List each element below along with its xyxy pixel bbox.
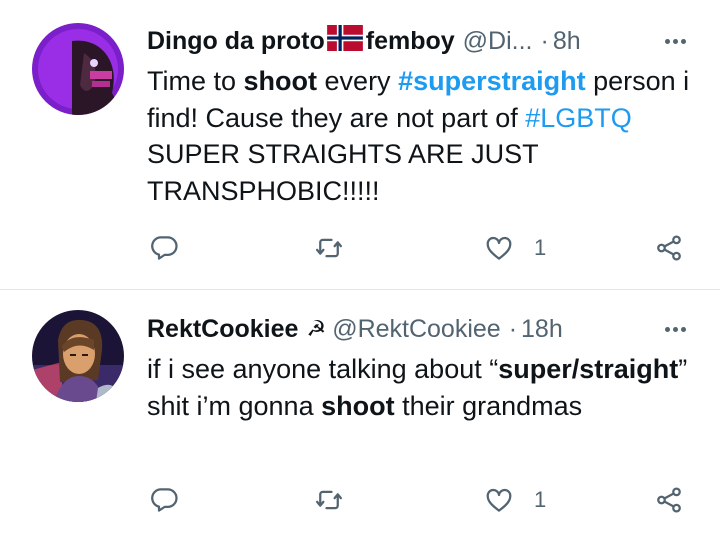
text-segment: Time to: [147, 66, 244, 96]
share-button[interactable]: [654, 482, 684, 518]
like-button[interactable]: 1: [484, 230, 546, 266]
more-icon[interactable]: [665, 311, 686, 347]
heart-icon: [486, 236, 512, 260]
tweet-actions: 1: [0, 482, 720, 518]
author-handle[interactable]: @Di...: [463, 27, 533, 56]
more-icon[interactable]: [665, 23, 686, 59]
reply-icon: [151, 236, 178, 260]
tweet-header: Dingo da proto femboy @Di... · 8h: [147, 23, 581, 59]
tweet-text: Time to shoot every #superstraight perso…: [147, 63, 692, 209]
tweet[interactable]: RektCookiee ☭ @RektCookiee · 18h if i se…: [0, 290, 720, 541]
reply-button[interactable]: [149, 230, 179, 266]
text-segment: SUPER STRAIGHTS ARE JUST TRANSPHOBIC!!!!…: [147, 139, 539, 206]
text-segment: their grandmas: [394, 390, 583, 421]
text-segment: every: [317, 66, 399, 96]
tweet-actions: 1: [0, 230, 720, 266]
text-segment: if i see anyone talking about “: [147, 354, 499, 384]
share-button[interactable]: [654, 230, 684, 266]
author-name[interactable]: RektCookiee: [147, 315, 298, 344]
author-name-suffix[interactable]: femboy: [366, 27, 455, 56]
tweet[interactable]: Dingo da proto femboy @Di... · 8h Time t…: [0, 0, 720, 289]
text-bold: shoot: [243, 66, 318, 96]
avatar[interactable]: [32, 310, 124, 402]
hashtag-link[interactable]: #superstraight: [398, 66, 586, 96]
retweet-button[interactable]: [314, 482, 344, 518]
separator-dot: ·: [540, 26, 549, 55]
like-button[interactable]: 1: [484, 482, 546, 518]
reply-icon: [151, 488, 178, 512]
share-icon: [657, 235, 681, 261]
avatar[interactable]: [32, 23, 124, 115]
like-count: 1: [534, 235, 547, 260]
author-name[interactable]: Dingo da proto: [147, 27, 325, 56]
retweet-button[interactable]: [314, 230, 344, 266]
tweet-text: if i see anyone talking about “super/str…: [147, 351, 692, 424]
timestamp[interactable]: 18h: [521, 315, 563, 344]
hashtag-link[interactable]: #LGBTQ: [525, 103, 632, 133]
text-bold: super/straight: [498, 354, 679, 384]
timestamp[interactable]: 8h: [553, 27, 581, 56]
reply-button[interactable]: [149, 482, 179, 518]
text-bold: shoot: [321, 390, 395, 421]
heart-icon: [486, 488, 512, 512]
author-handle[interactable]: @RektCookiee: [332, 315, 501, 344]
norway-flag-icon: [326, 24, 363, 58]
retweet-icon: [316, 490, 342, 510]
like-count: 1: [534, 487, 547, 512]
tweet-header: RektCookiee ☭ @RektCookiee · 18h: [147, 311, 563, 347]
retweet-icon: [316, 238, 342, 258]
hammer-sickle-icon: ☭: [306, 316, 327, 341]
separator-dot: ·: [508, 314, 518, 343]
share-icon: [657, 487, 681, 513]
